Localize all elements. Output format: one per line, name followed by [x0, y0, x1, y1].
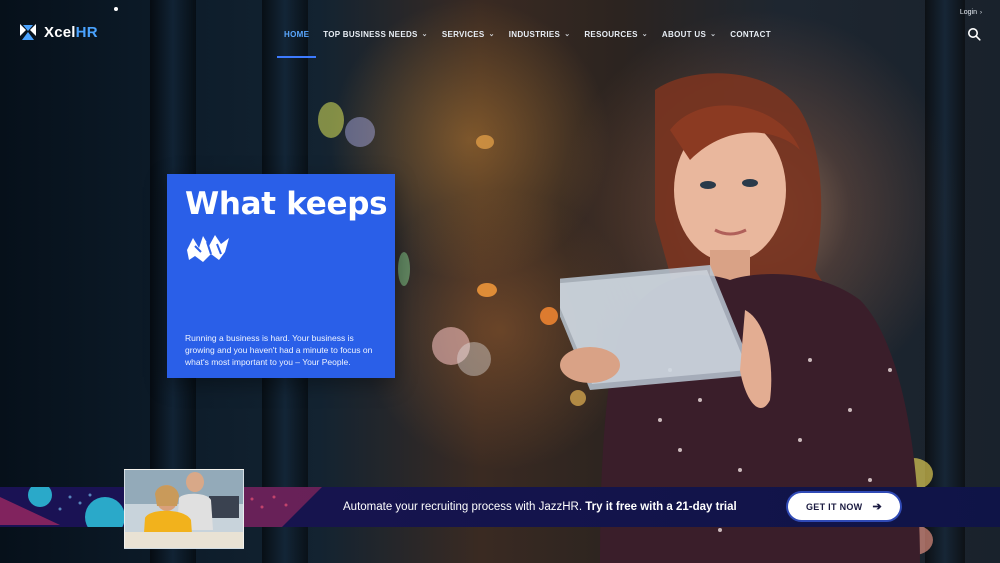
brand-name: XcelHR — [44, 24, 98, 41]
hero-title: What keeps — [185, 186, 388, 222]
scribble-icon — [187, 235, 229, 262]
get-it-now-button[interactable]: GET IT NOW ➔ — [788, 493, 900, 520]
banner-message-regular: Automate your recruiting process with Ja… — [343, 501, 586, 513]
nav-item-label: CONTACT — [730, 30, 771, 39]
bokeh-light — [540, 307, 558, 325]
chevron-down-icon: ⌄ — [641, 31, 648, 38]
bokeh-light — [476, 135, 494, 149]
brand-name-suffix: HR — [75, 23, 98, 41]
bokeh-light — [477, 283, 497, 297]
nav-item-top-business-needs[interactable]: TOP BUSINESS NEEDS ⌄ — [316, 22, 435, 58]
nav-item-label: HOME — [284, 30, 310, 39]
nav-item-industries[interactable]: INDUSTRIES ⌄ — [502, 22, 578, 58]
nav-item-label: INDUSTRIES — [508, 30, 561, 39]
nav-item-label: TOP BUSINESS NEEDS — [323, 30, 418, 39]
chevron-down-icon: ⌄ — [488, 31, 495, 38]
cta-label: GET IT NOW — [805, 501, 863, 512]
login-link[interactable]: Login › — [960, 9, 982, 16]
nav-item-label: SERVICES — [441, 30, 485, 39]
search-icon[interactable] — [967, 27, 981, 41]
chevron-down-icon: ⌄ — [564, 31, 571, 38]
chevron-down-icon: ⌄ — [421, 31, 428, 38]
banner-decoration — [242, 487, 322, 527]
nav-item-label: ABOUT US — [661, 30, 707, 39]
nav-item-about-us[interactable]: ABOUT US ⌄ — [655, 22, 723, 58]
bokeh-light — [318, 102, 344, 138]
nav-item-home[interactable]: HOME — [277, 22, 317, 58]
nav-item-services[interactable]: SERVICES ⌄ — [435, 22, 502, 58]
xcelhr-logo-icon — [20, 24, 36, 40]
banner-photo-image — [124, 469, 244, 549]
login-label: Login — [959, 9, 977, 16]
brand-name-prefix: Xcel — [44, 23, 76, 41]
hero-card: What keeps Running a business is hard. Y… — [167, 174, 395, 378]
arrow-right-icon: ➔ — [872, 501, 883, 513]
banner-message-bold: Try it free with a 21-day trial — [585, 501, 737, 513]
nav-item-contact[interactable]: CONTACT — [723, 22, 778, 58]
nav-item-label: RESOURCES — [584, 30, 638, 39]
main-nav: HOME TOP BUSINESS NEEDS ⌄ SERVICES ⌄ INDUS… — [277, 22, 778, 58]
banner-decoration — [0, 487, 130, 527]
brand-logo[interactable]: XcelHR — [18, 22, 98, 42]
banner-message: Automate your recruiting process with Ja… — [343, 501, 737, 513]
bokeh-light — [345, 117, 375, 147]
chevron-down-icon: ⌄ — [710, 31, 717, 38]
chevron-right-icon: › — [980, 10, 982, 16]
hero-description: Running a business is hard. Your busines… — [185, 333, 373, 367]
nav-item-resources[interactable]: RESOURCES ⌄ — [577, 22, 655, 58]
decorative-dot — [114, 7, 118, 11]
bokeh-light — [457, 342, 491, 376]
bokeh-light — [398, 252, 410, 286]
